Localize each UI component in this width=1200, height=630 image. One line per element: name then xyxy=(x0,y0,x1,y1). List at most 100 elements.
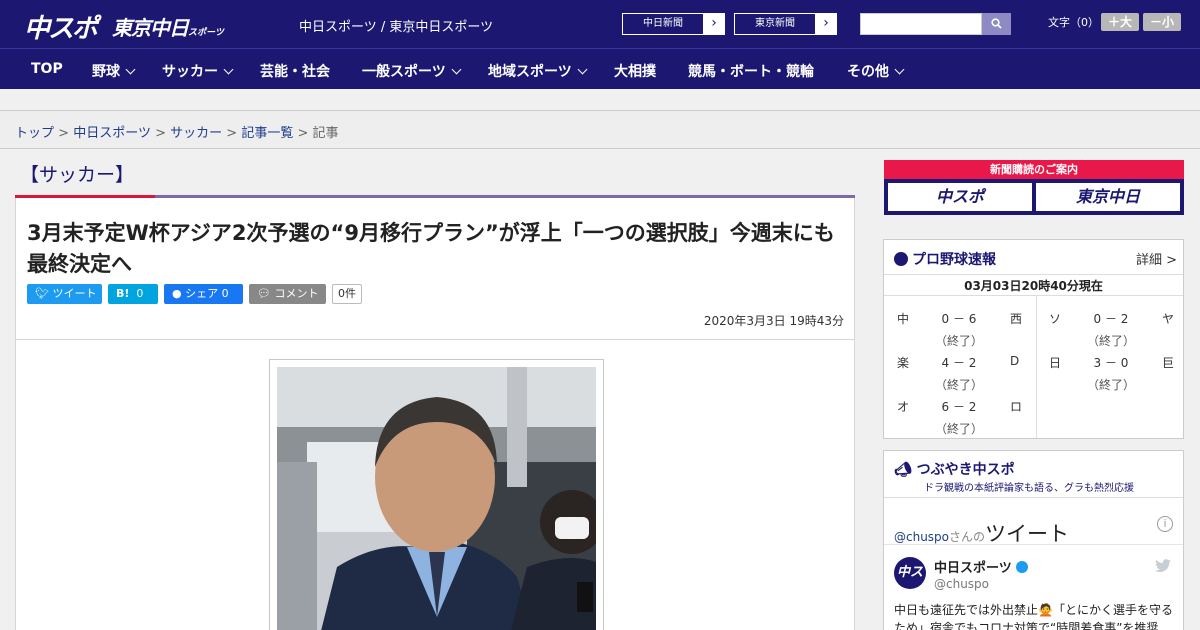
baseball-widget-title: プロ野球速報 xyxy=(894,249,996,269)
info-icon[interactable]: i xyxy=(1157,516,1173,532)
font-larger-button[interactable]: ＋大 xyxy=(1101,13,1139,31)
breadcrumb-current: 記事 xyxy=(312,126,339,141)
game-status: （終了） xyxy=(1086,378,1135,392)
breadcrumb-separator: > xyxy=(58,126,70,141)
baseball-detail-link[interactable]: 詳細 > xyxy=(1136,249,1177,268)
nav-sumo[interactable]: 大相撲 xyxy=(614,61,656,81)
breadcrumb-chunichi-sports[interactable]: 中日スポーツ xyxy=(73,126,151,141)
nav-label: サッカー xyxy=(162,64,218,80)
site-names: 中日スポーツ / 東京中日スポーツ xyxy=(299,20,494,35)
nav-label: その他 xyxy=(847,64,889,80)
breadcrumb-soccer[interactable]: サッカー xyxy=(170,126,222,141)
tweet-text: 中日も遠征先では外出禁止🙅「とにかく選手を守るため」宿舎でもコロナ対策で“時間差… xyxy=(894,603,1173,630)
verified-icon xyxy=(1015,561,1028,573)
baseball-title-text: プロ野球速報 xyxy=(912,252,996,268)
chevron-down-icon xyxy=(894,64,905,75)
breadcrumb-separator: > xyxy=(297,126,309,141)
publish-date: 2020年3月3日 19時43分 xyxy=(703,314,844,328)
comment-count[interactable]: 0件 xyxy=(332,284,362,304)
hatena-button[interactable]: B! 0 xyxy=(108,284,158,304)
facebook-icon: ● xyxy=(172,287,182,300)
font-smaller-button[interactable]: －小 xyxy=(1143,13,1181,31)
away-team: ヤ xyxy=(1162,312,1175,326)
breadcrumb-article-list[interactable]: 記事一覧 xyxy=(241,126,293,141)
nav-label: 大相撲 xyxy=(614,64,656,80)
account-name-text: 中日スポーツ xyxy=(934,561,1012,576)
timeline-heading-text: ツイート xyxy=(985,522,1070,546)
nav-label: 野球 xyxy=(92,64,120,80)
breadcrumb-bar: トップ > 中日スポーツ > サッカー > 記事一覧 > 記事 xyxy=(0,110,1200,149)
chevron-right-icon: › xyxy=(704,14,724,34)
search-input[interactable] xyxy=(860,13,982,35)
nav-label: 地域スポーツ xyxy=(488,64,572,80)
subscription-banner[interactable]: 新聞購読のご案内 中スポ 東京中日 xyxy=(884,160,1184,215)
tweet-item[interactable]: 中スポ 中日スポーツ @chuspo 中日も遠征先では外出禁止🙅「とにかく選手を… xyxy=(884,544,1183,630)
breadcrumb-top[interactable]: トップ xyxy=(15,126,54,141)
score-column-divider xyxy=(1036,296,1037,438)
tweet-account-name[interactable]: 中日スポーツ xyxy=(934,557,1028,576)
tweet-label: ツイート xyxy=(52,287,97,300)
away-team: D xyxy=(1010,354,1020,368)
chevron-down-icon xyxy=(125,64,136,75)
twitter-widget-title: 📣︎ つぶやき中スポ xyxy=(894,459,1015,479)
tweet-button[interactable]: 🐦︎ ツイート xyxy=(27,284,102,304)
chevron-down-icon xyxy=(223,64,234,75)
timeline-handle-suffix: さんの xyxy=(949,530,986,544)
nav-racing[interactable]: 競馬・ボート・競輪 xyxy=(688,61,814,81)
hatena-count: 0 xyxy=(136,287,144,300)
home-team: 中 xyxy=(897,312,910,326)
photo-frame xyxy=(269,359,604,630)
hatena-icon: B! xyxy=(116,287,130,300)
home-team: 日 xyxy=(1049,356,1062,370)
game-score: 3 － 0 xyxy=(1093,356,1129,370)
chunichi-shimbun-link[interactable]: 中日新聞 › xyxy=(622,13,725,35)
subscribe-chuspo-logo[interactable]: 中スポ xyxy=(888,183,1032,211)
top-header: 中スポ 東京中日スポーツ 中日スポーツ / 東京中日スポーツ 中日新聞 › 東京… xyxy=(0,0,1200,48)
article-photo[interactable] xyxy=(277,367,596,630)
home-team: ソ xyxy=(1049,312,1062,326)
home-team: 楽 xyxy=(897,356,910,370)
tokyo-chunichi-logo[interactable]: 東京中日スポーツ xyxy=(112,12,224,41)
tokyo-logo-text: 東京中日 xyxy=(112,16,189,40)
game-status: （終了） xyxy=(1086,334,1135,348)
nav-label: 一般スポーツ xyxy=(362,64,446,80)
comment-button[interactable]: 💬︎ コメント xyxy=(249,284,326,304)
twitter-widget: 📣︎ つぶやき中スポ ドラ観戦の本紙評論家も語る、グラも熱烈応援 @chuspo… xyxy=(883,450,1184,630)
game-status: （終了） xyxy=(934,378,983,392)
nav-other[interactable]: その他 xyxy=(847,61,905,81)
article-photo-area xyxy=(15,340,855,630)
article-headline: 3月末予定W杯アジア2次予選の“9月移行プラン”が浮上「一つの選択肢」今週末にも… xyxy=(27,221,835,276)
game-status: （終了） xyxy=(934,334,983,348)
away-team: 西 xyxy=(1010,312,1023,326)
search-button[interactable] xyxy=(982,13,1011,35)
twitter-bird-icon[interactable] xyxy=(1155,559,1171,573)
tokyo-shimbun-link[interactable]: 東京新聞 › xyxy=(734,13,837,35)
article-category: 【サッカー】 xyxy=(20,164,135,186)
nav-label: 競馬・ボート・競輪 xyxy=(688,64,814,80)
nav-baseball[interactable]: 野球 xyxy=(92,61,136,81)
twitter-title-text: つぶやき中スポ xyxy=(916,462,1015,478)
facebook-count: 0 xyxy=(221,287,229,300)
baseball-icon xyxy=(894,252,908,266)
nav-local-sports[interactable]: 地域スポーツ xyxy=(488,61,588,81)
breadcrumb-separator: > xyxy=(155,126,166,141)
twitter-icon: 🐦︎ xyxy=(35,287,49,300)
ext-link-label: 東京新聞 xyxy=(735,14,816,34)
timeline-handle[interactable]: @chuspo xyxy=(894,530,949,544)
subscription-title: 新聞購読のご案内 xyxy=(884,160,1184,179)
main-nav: TOP 野球 サッカー 芸能・社会 一般スポーツ 地域スポーツ 大相撲 競馬・ボ… xyxy=(0,48,1200,89)
nav-entertainment[interactable]: 芸能・社会 xyxy=(260,61,330,81)
nav-label: TOP xyxy=(31,61,63,77)
avatar[interactable]: 中スポ xyxy=(894,557,926,612)
facebook-share-button[interactable]: ● シェア 0 xyxy=(164,284,243,304)
nav-general-sports[interactable]: 一般スポーツ xyxy=(362,61,462,81)
baseball-scores-widget: プロ野球速報 詳細 > 03月03日20時40分現在 中 0 － 6 西 （終了… xyxy=(883,239,1184,439)
chuspo-logo[interactable]: 中スポ xyxy=(24,8,98,45)
nav-top[interactable]: TOP xyxy=(31,61,63,77)
search-icon xyxy=(991,18,1002,29)
subscribe-tokyo-logo[interactable]: 東京中日 xyxy=(1036,183,1180,211)
megaphone-icon: 📣︎ xyxy=(894,462,912,478)
nav-soccer[interactable]: サッカー xyxy=(162,61,234,81)
ext-link-label: 中日新聞 xyxy=(623,14,704,34)
tweet-account-handle[interactable]: @chuspo xyxy=(934,577,989,591)
